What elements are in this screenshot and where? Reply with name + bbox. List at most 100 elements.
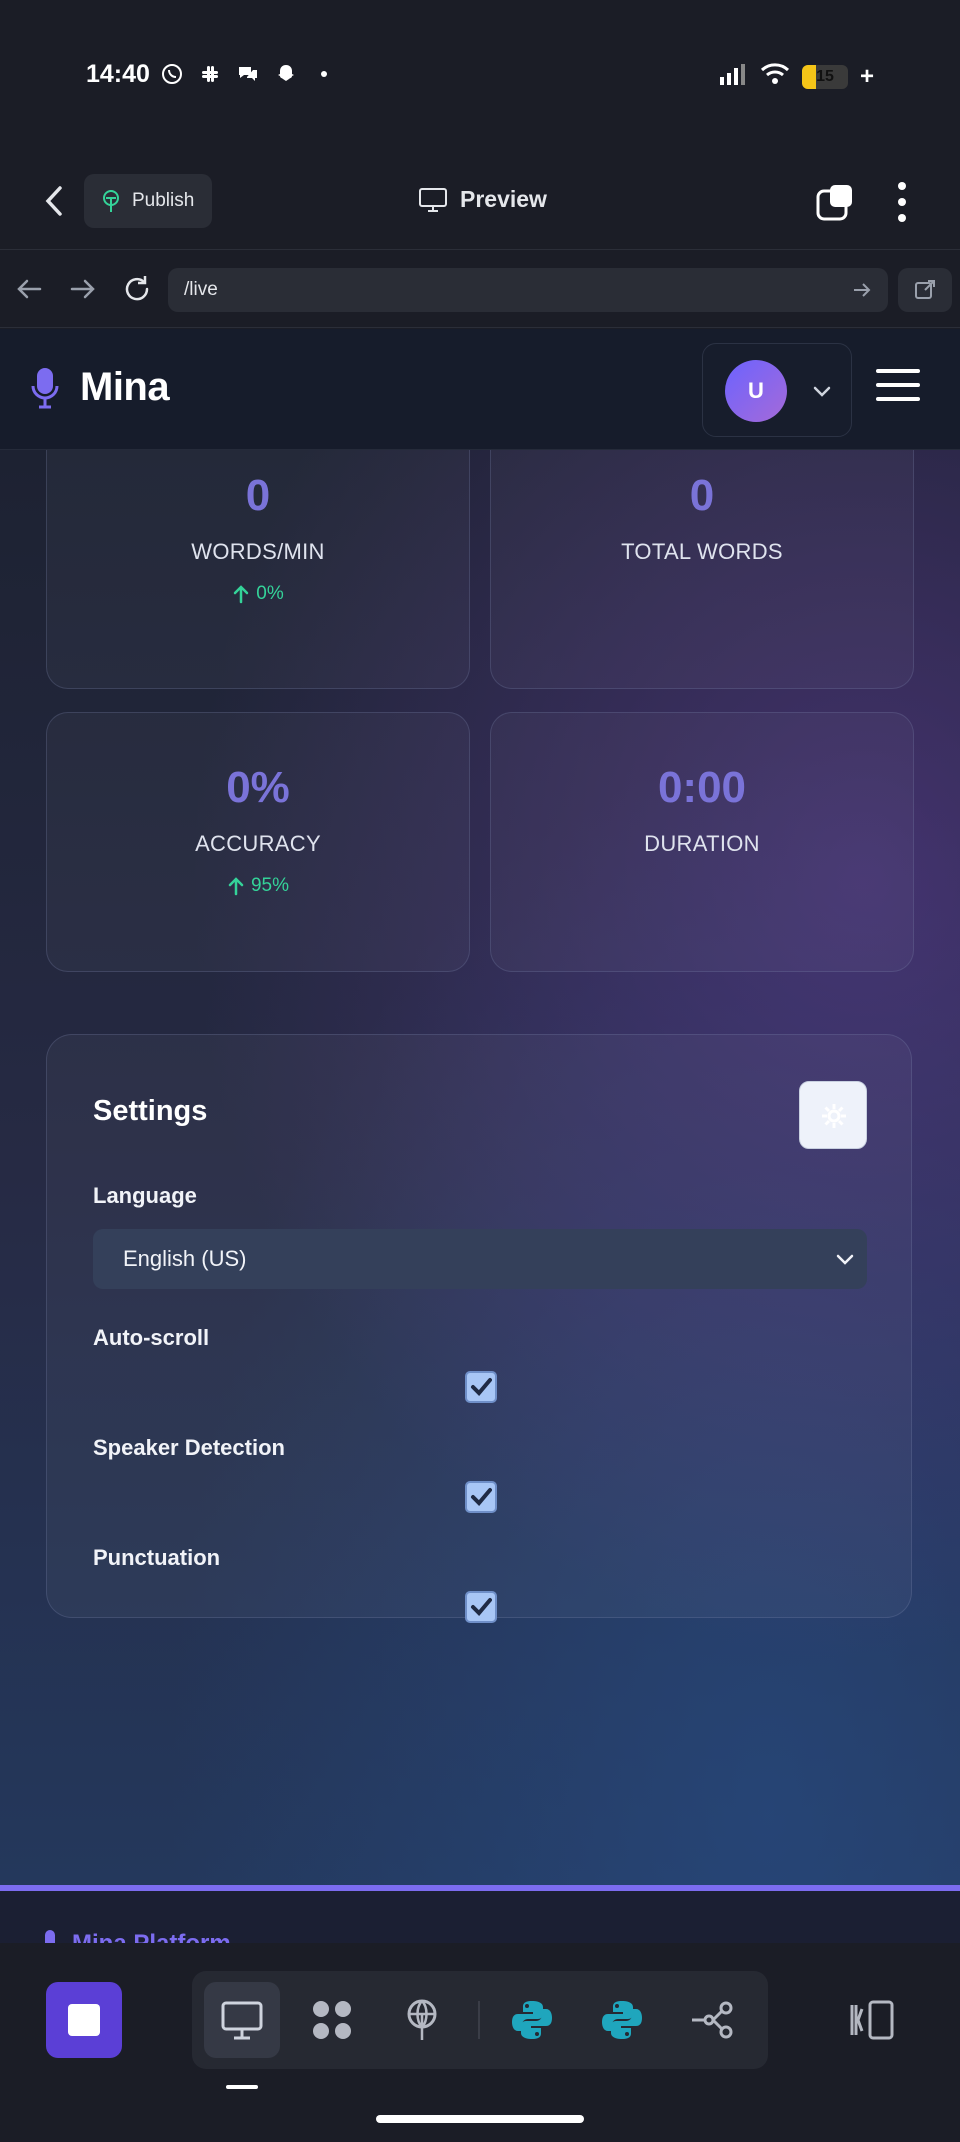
python-icon: [602, 2001, 642, 2039]
dock-python-2[interactable]: [584, 1982, 660, 2058]
chevron-down-icon: [813, 386, 831, 397]
tabs-icon[interactable]: [816, 183, 854, 221]
app-top-bar: Publish Preview: [0, 150, 960, 250]
language-select[interactable]: English (US): [93, 1229, 867, 1289]
external-link-icon: [915, 280, 935, 299]
avatar: U: [725, 360, 787, 422]
stat-trend-value: 95%: [250, 875, 290, 896]
browser-forward-icon[interactable]: [66, 272, 100, 306]
brand[interactable]: Mina: [30, 365, 170, 410]
footer-brand[interactable]: Mina Platform: [40, 1929, 231, 1943]
main-content: 0 WORDS/MIN 0% 0 TOTAL WORDS 0% ACCURACY…: [0, 450, 960, 1885]
url-text: /live: [184, 279, 218, 300]
integrations-grid-icon: [313, 2001, 351, 2039]
stat-value: 0:00: [657, 763, 747, 812]
snapchat-icon: [274, 62, 298, 86]
stat-value: 0: [689, 471, 715, 520]
chat-icon: [236, 62, 260, 86]
gear-icon: [822, 1104, 846, 1128]
stat-label: TOTAL WORDS: [621, 539, 783, 564]
dock-python-1[interactable]: [494, 1982, 570, 2058]
footer: Mina Platform: [0, 1891, 960, 1943]
auto-scroll-checkbox[interactable]: [465, 1371, 497, 1403]
hamburger-menu-icon[interactable]: [874, 365, 922, 405]
monitor-icon: [221, 2001, 263, 2040]
punctuation-checkbox[interactable]: [465, 1591, 497, 1623]
more-options-icon[interactable]: [890, 180, 914, 224]
checkmark-icon: [471, 1598, 492, 1616]
publish-antenna-icon: [103, 190, 119, 212]
language-selected-value: English (US): [123, 1246, 247, 1271]
dock-workflow[interactable]: [674, 1982, 750, 2058]
signal-icon: [718, 63, 748, 90]
reload-icon[interactable]: [120, 272, 154, 306]
dock-tool-group: [192, 1971, 768, 2069]
stat-value: 0: [245, 471, 271, 520]
auto-scroll-label: Auto-scroll: [93, 1325, 210, 1350]
browser-back-icon[interactable]: [12, 272, 46, 306]
microphone-icon: [45, 1930, 55, 1943]
arrow-up-icon: [228, 877, 244, 896]
sidebar-toggle-icon[interactable]: [848, 1997, 896, 2043]
site-header: Mina U: [0, 329, 960, 450]
settings-title: Settings: [93, 1095, 208, 1127]
wifi-icon: [760, 62, 790, 91]
user-menu[interactable]: U: [702, 343, 852, 437]
preview-toggle[interactable]: Preview: [418, 186, 547, 213]
checkmark-icon: [471, 1378, 492, 1396]
punctuation-label: Punctuation: [93, 1545, 221, 1570]
stat-card-accuracy: 0% ACCURACY 95%: [46, 712, 470, 972]
antenna-icon: [407, 1999, 437, 2040]
dock-separator: [478, 2001, 480, 2039]
stat-card-total-words: 0 TOTAL WORDS: [490, 450, 914, 689]
publish-button[interactable]: Publish: [84, 174, 212, 228]
preview-label: Preview: [460, 186, 547, 212]
url-input[interactable]: /live: [168, 268, 888, 312]
status-bar: 14:40 15 +: [0, 0, 960, 150]
stat-label: ACCURACY: [195, 831, 321, 856]
speaker-detection-checkbox[interactable]: [465, 1481, 497, 1513]
speaker-detection-label: Speaker Detection: [93, 1435, 285, 1460]
status-app-icons: [160, 62, 336, 86]
footer-brand-name: Mina Platform: [72, 1930, 231, 1943]
bottom-dock: [0, 1943, 960, 2142]
status-time: 14:40: [86, 60, 150, 88]
slack-icon: [198, 62, 222, 86]
stat-trend: 95%: [47, 875, 469, 897]
python-icon: [512, 2001, 552, 2039]
dock-publish[interactable]: [384, 1982, 460, 2058]
stat-trend: 0%: [47, 583, 469, 605]
dock-integrations[interactable]: [294, 1982, 370, 2058]
url-go-arrow-icon[interactable]: [850, 278, 874, 302]
stat-card-duration: 0:00 DURATION: [490, 712, 914, 972]
publish-label: Publish: [132, 190, 195, 211]
stat-trend-value: 0%: [256, 583, 284, 604]
stop-button[interactable]: [46, 1982, 122, 2058]
monitor-icon: [419, 187, 447, 212]
stat-card-words-per-min: 0 WORDS/MIN 0%: [46, 450, 470, 689]
active-dock-indicator: [226, 2085, 258, 2089]
checkmark-icon: [471, 1488, 492, 1506]
settings-gear-button[interactable]: [799, 1081, 867, 1149]
chevron-down-icon: [836, 1254, 854, 1265]
dock-desktop-preview[interactable]: [204, 1982, 280, 2058]
browser-bar: /live: [0, 250, 960, 328]
microphone-icon: [31, 367, 59, 408]
status-indicators: 15 +: [718, 62, 874, 91]
battery-icon: 15: [801, 64, 848, 89]
home-indicator: [376, 2115, 584, 2123]
charging-plus-icon: +: [859, 62, 874, 90]
whatsapp-icon: [160, 62, 184, 86]
stat-value: 0%: [226, 763, 290, 812]
stat-label: DURATION: [644, 831, 760, 856]
language-label: Language: [93, 1183, 197, 1208]
open-external-button[interactable]: [898, 268, 952, 312]
workflow-nodes-icon: [692, 2001, 733, 2039]
settings-panel: Settings Language English (US) Auto-scro…: [46, 1034, 912, 1623]
stat-label: WORDS/MIN: [191, 539, 325, 564]
stop-square-icon: [68, 2004, 100, 2036]
brand-name: Mina: [80, 365, 170, 409]
notification-dot-icon: [312, 62, 336, 86]
arrow-up-icon: [234, 585, 249, 604]
back-chevron-icon[interactable]: [40, 184, 68, 218]
